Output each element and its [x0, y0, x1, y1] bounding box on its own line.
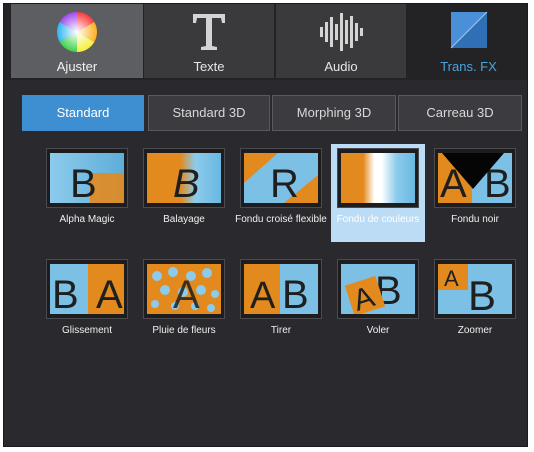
svg-text:A: A — [173, 273, 200, 314]
svg-text:B: B — [70, 162, 97, 203]
category-audio[interactable]: Audio — [276, 4, 406, 78]
trans-fx-panel: Ajuster Texte Audio Trans. FX Standard S… — [3, 3, 528, 447]
transition-zoomer[interactable]: B A Zoomer — [428, 255, 522, 353]
category-texte[interactable]: Texte — [144, 4, 274, 78]
transition-label: Fondu croisé flexible — [235, 214, 327, 225]
text-t-icon — [189, 10, 229, 57]
transition-label: Zoomer — [457, 325, 493, 336]
transition-glissement[interactable]: B A Glissement — [40, 255, 134, 353]
svg-text:A: A — [250, 275, 276, 314]
category-trans-fx-label: Trans. FX — [440, 59, 497, 74]
fondu-couleurs-thumbnail — [337, 148, 419, 208]
category-ajuster[interactable]: Ajuster — [11, 4, 143, 78]
fondu-noir-thumbnail: A B — [434, 148, 516, 208]
svg-text:B: B — [468, 272, 496, 314]
subtab-morphing-3d[interactable]: Morphing 3D — [272, 95, 396, 131]
alpha-magic-thumbnail: B — [46, 148, 128, 208]
transition-label: Tirer — [270, 325, 292, 336]
transition-fondu-de-couleurs[interactable]: Fondu de couleurs — [331, 144, 425, 242]
transition-alpha-magic[interactable]: B Alpha Magic — [40, 144, 134, 242]
transition-label: Glissement — [61, 325, 112, 336]
transition-fondu-croise-flexible[interactable]: R Fondu croisé flexible — [234, 144, 328, 242]
transition-fondu-noir[interactable]: A B Fondu noir — [428, 144, 522, 242]
category-bar: Ajuster Texte Audio Trans. FX — [4, 4, 527, 80]
audio-waveform-icon — [317, 10, 365, 57]
subtab-standard[interactable]: Standard — [22, 95, 144, 131]
transition-label: Fondu de couleurs — [336, 214, 420, 225]
svg-text:B: B — [52, 273, 79, 314]
category-audio-label: Audio — [324, 59, 358, 74]
transition-fx-icon — [449, 10, 489, 53]
fondu-croise-thumbnail: R — [240, 148, 322, 208]
svg-text:A: A — [96, 273, 123, 314]
category-ajuster-label: Ajuster — [56, 59, 98, 74]
zoomer-thumbnail: B A — [434, 259, 516, 319]
subtab-standard-3d[interactable]: Standard 3D — [148, 95, 270, 131]
voler-thumbnail: B A — [337, 259, 419, 319]
svg-text:B: B — [173, 162, 200, 203]
transition-pluie-de-fleurs[interactable]: A Pluie de fleurs — [137, 255, 231, 353]
balayage-thumbnail: B — [143, 148, 225, 208]
glissement-thumbnail: B A — [46, 259, 128, 319]
color-wheel-icon — [55, 10, 99, 57]
svg-text:R: R — [270, 162, 299, 203]
transition-label: Alpha Magic — [59, 214, 115, 225]
transition-label: Balayage — [163, 214, 205, 225]
svg-text:B: B — [282, 273, 309, 314]
transition-tirer[interactable]: A B Tirer — [234, 255, 328, 353]
pluie-fleurs-thumbnail: A — [143, 259, 225, 319]
subtab-carreau-3d[interactable]: Carreau 3D — [398, 95, 522, 131]
category-texte-label: Texte — [193, 59, 225, 74]
transition-label: Pluie de fleurs — [152, 325, 216, 336]
category-trans-fx[interactable]: Trans. FX — [408, 4, 527, 78]
subtab-bar: Standard Standard 3D Morphing 3D Carreau… — [4, 80, 527, 138]
transition-label: Fondu noir — [451, 214, 499, 225]
svg-text:A: A — [444, 266, 459, 291]
transition-label: Voler — [366, 325, 390, 336]
transition-voler[interactable]: B A Voler — [331, 255, 425, 353]
transition-balayage[interactable]: B Balayage — [137, 144, 231, 242]
tirer-thumbnail: A B — [240, 259, 322, 319]
